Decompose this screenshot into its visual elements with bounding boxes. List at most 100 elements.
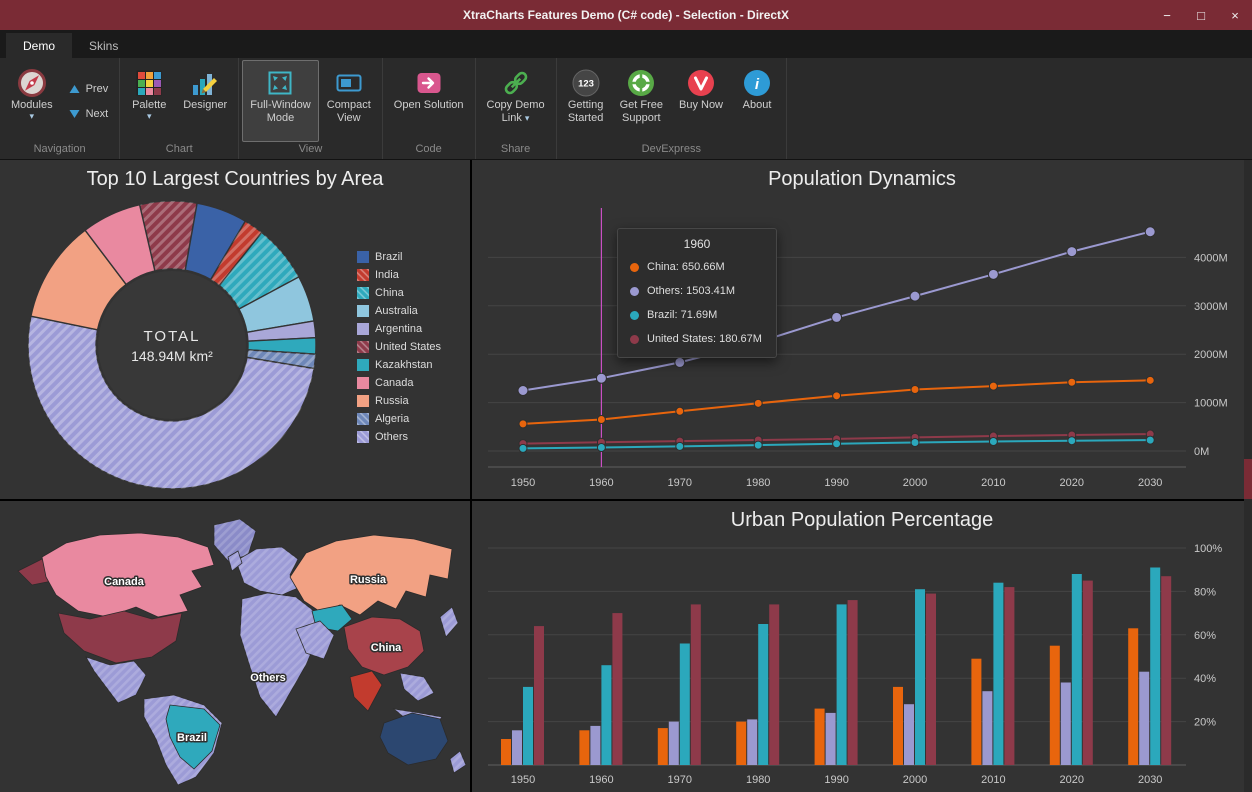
legend-item-china[interactable]: China — [357, 284, 441, 302]
legend-item-russia[interactable]: Russia — [357, 392, 441, 410]
bar-2010-china[interactable] — [971, 658, 982, 765]
prev-button[interactable]: Prev — [69, 83, 108, 95]
map-region-usa[interactable] — [57, 610, 183, 664]
legend-item-others[interactable]: Others — [357, 428, 441, 446]
bar-2030-united-states[interactable] — [1161, 576, 1172, 765]
bar-2000-united-states[interactable] — [926, 593, 936, 765]
modules-button[interactable]: Modules ▾ — [3, 60, 61, 142]
bar-1950-china[interactable] — [501, 739, 511, 765]
map-region-japan[interactable] — [439, 606, 459, 638]
open-solution-button[interactable]: Open Solution — [386, 60, 472, 142]
legend-item-brazil[interactable]: Brazil — [357, 248, 441, 266]
bar-2030-brazil[interactable] — [1150, 567, 1161, 766]
marker-others[interactable] — [674, 356, 686, 368]
marker-china[interactable] — [1067, 377, 1077, 387]
bar-1960-others[interactable] — [590, 725, 601, 765]
marker-others[interactable] — [1144, 226, 1156, 238]
bar-1990-others[interactable] — [825, 712, 836, 765]
bar-1980-united-states[interactable] — [769, 604, 780, 765]
designer-button[interactable]: Designer — [175, 60, 235, 142]
bar-1990-china[interactable] — [814, 708, 825, 765]
marker-others[interactable] — [1066, 246, 1078, 258]
legend-item-kazakhstan[interactable]: Kazakhstan — [357, 356, 441, 374]
next-button[interactable]: Next — [69, 108, 108, 120]
legend-item-argentina[interactable]: Argentina — [357, 320, 441, 338]
bar-2020-china[interactable] — [1049, 645, 1060, 765]
marker-others[interactable] — [595, 372, 607, 384]
bar-1960-china[interactable] — [579, 730, 590, 765]
getting-started-button[interactable]: 123 Getting Started — [560, 60, 612, 142]
marker-china[interactable] — [832, 391, 842, 401]
marker-china[interactable] — [1145, 375, 1155, 385]
bar-2010-brazil[interactable] — [993, 582, 1004, 765]
map-region-mexico[interactable] — [85, 656, 147, 704]
vertical-scrollbar[interactable] — [1244, 160, 1252, 792]
bar-1950-brazil[interactable] — [523, 686, 533, 765]
marker-others[interactable] — [831, 311, 843, 323]
bar-2030-china[interactable] — [1128, 628, 1139, 765]
bar-2010-united-states[interactable] — [1004, 587, 1015, 765]
bar-1970-united-states[interactable] — [690, 604, 701, 765]
tab-skins[interactable]: Skins — [72, 33, 135, 58]
bar-2030-others[interactable] — [1139, 671, 1150, 765]
window-close-button[interactable]: × — [1218, 0, 1252, 30]
bar-1970-brazil[interactable] — [679, 643, 690, 766]
about-button[interactable]: i About — [731, 60, 783, 142]
bar-2000-brazil[interactable] — [915, 589, 925, 765]
bar-2010-others[interactable] — [982, 691, 993, 765]
marker-china[interactable] — [596, 415, 606, 425]
bar-1960-united-states[interactable] — [612, 613, 623, 765]
marker-brazil[interactable] — [675, 441, 685, 451]
bar-1950-others[interactable] — [512, 730, 522, 765]
marker-brazil[interactable] — [910, 438, 920, 448]
marker-brazil[interactable] — [832, 439, 842, 449]
map-region-nz[interactable] — [449, 750, 467, 774]
bar-1960-brazil[interactable] — [601, 665, 612, 765]
bar-1990-united-states[interactable] — [847, 600, 858, 765]
buy-now-button[interactable]: Buy Now — [671, 60, 731, 142]
copy-demo-link-button[interactable]: Copy Demo Link ▾ — [479, 60, 553, 142]
marker-brazil[interactable] — [988, 437, 998, 447]
marker-brazil[interactable] — [1145, 435, 1155, 445]
marker-china[interactable] — [518, 419, 528, 429]
map-region-india[interactable] — [349, 670, 383, 712]
bar-1970-others[interactable] — [668, 721, 679, 765]
get-free-support-button[interactable]: Get Free Support — [612, 60, 671, 142]
marker-others[interactable] — [987, 268, 999, 280]
marker-others[interactable] — [909, 290, 921, 302]
legend-item-canada[interactable]: Canada — [357, 374, 441, 392]
palette-button[interactable]: Palette ▾ — [123, 60, 175, 142]
compact-view-button[interactable]: Compact View — [319, 60, 379, 142]
bar-1980-brazil[interactable] — [758, 624, 769, 765]
map-region-australia[interactable] — [379, 712, 449, 766]
marker-brazil[interactable] — [753, 440, 763, 450]
marker-brazil[interactable] — [1067, 436, 1077, 446]
legend-item-algeria[interactable]: Algeria — [357, 410, 441, 428]
legend-item-australia[interactable]: Australia — [357, 302, 441, 320]
scrollbar-thumb[interactable] — [1244, 459, 1252, 499]
full-window-mode-button[interactable]: Full-Window Mode — [242, 60, 319, 142]
legend-item-united-states[interactable]: United States — [357, 338, 441, 356]
marker-china[interactable] — [675, 406, 685, 416]
bar-2000-others[interactable] — [904, 704, 914, 765]
bar-1970-china[interactable] — [657, 728, 668, 765]
tab-demo[interactable]: Demo — [6, 33, 73, 58]
legend-item-india[interactable]: India — [357, 266, 441, 284]
window-minimize-button[interactable]: − — [1150, 0, 1184, 30]
bar-2000-china[interactable] — [893, 686, 903, 765]
map-region-canada[interactable] — [41, 532, 215, 618]
marker-china[interactable] — [988, 381, 998, 391]
marker-brazil[interactable] — [596, 443, 606, 453]
bar-2020-brazil[interactable] — [1071, 574, 1082, 765]
marker-china[interactable] — [753, 398, 763, 408]
bar-1980-others[interactable] — [747, 719, 758, 765]
bar-2020-others[interactable] — [1060, 682, 1071, 766]
bar-2020-united-states[interactable] — [1082, 580, 1093, 765]
marker-brazil[interactable] — [518, 443, 528, 453]
marker-others[interactable] — [517, 385, 529, 396]
bar-1980-china[interactable] — [736, 721, 747, 765]
bar-1990-brazil[interactable] — [836, 604, 847, 765]
map-region-seasia[interactable] — [399, 672, 435, 702]
marker-china[interactable] — [910, 385, 920, 395]
window-maximize-button[interactable]: □ — [1184, 0, 1218, 30]
